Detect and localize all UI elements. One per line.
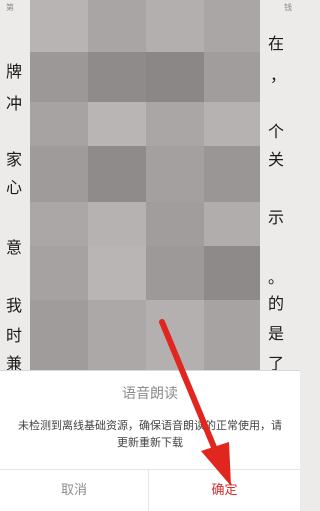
- text-glyph: 时: [6, 326, 23, 345]
- text-glyph: 牌: [6, 62, 23, 81]
- pixelated-text-mosaic: [30, 0, 260, 370]
- text-glyph: 个: [268, 122, 285, 141]
- text-glyph: ，: [270, 66, 287, 85]
- reader-header-left: 第: [6, 3, 14, 12]
- reader-header-right: 钱: [284, 3, 292, 12]
- text-glyph: 意: [6, 238, 23, 257]
- cancel-button[interactable]: 取消: [0, 470, 148, 511]
- text-glyph: 关: [268, 150, 285, 169]
- voice-reading-dialog: 语音朗读 未检测到离线基础资源，确保语音朗读的正常使用，请更新重新下载 取消 确…: [0, 370, 300, 511]
- text-glyph: 冲: [6, 94, 23, 113]
- text-glyph: 家: [6, 150, 23, 169]
- dialog-title: 语音朗读: [122, 386, 178, 402]
- text-glyph: 我: [6, 296, 23, 315]
- text-glyph: 了: [268, 354, 285, 371]
- text-glyph: 在: [268, 34, 285, 53]
- reader-page: 第 钱 牌 冲 家 心 意 我 时 兼 在 ， 个 关 示 。 的 是 了: [0, 0, 300, 370]
- text-glyph: 示: [268, 208, 285, 227]
- text-glyph: 的: [268, 294, 285, 313]
- text-glyph: 。: [268, 268, 285, 287]
- text-glyph: 心: [6, 178, 23, 197]
- text-glyph: 兼: [6, 354, 23, 371]
- dialog-message: 未检测到离线基础资源，确保语音朗读的正常使用，请更新重新下载: [18, 419, 282, 449]
- confirm-button[interactable]: 确定: [149, 470, 300, 511]
- text-glyph: 是: [268, 324, 285, 343]
